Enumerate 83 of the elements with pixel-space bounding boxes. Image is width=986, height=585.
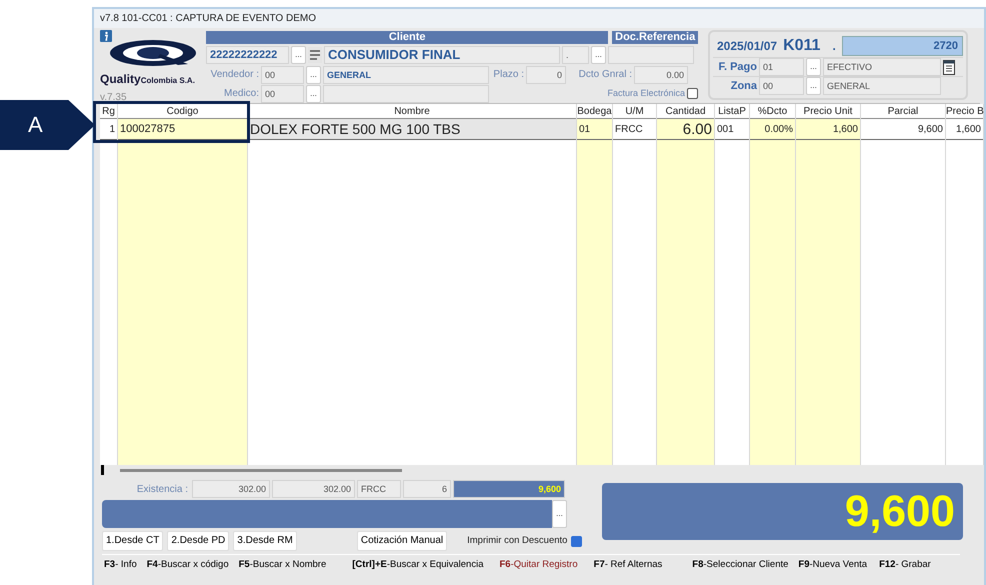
table-cell: 01 bbox=[577, 119, 612, 140]
checkbox[interactable] bbox=[571, 536, 582, 546]
shortcut-text: F4-Buscar x código bbox=[146, 558, 229, 572]
action-button[interactable]: 1.Desde CT bbox=[102, 531, 164, 551]
action-button[interactable]: Cotización Manual bbox=[356, 531, 448, 551]
ellipsis-button[interactable]: ... bbox=[306, 66, 321, 84]
text-field[interactable]: 01 bbox=[759, 58, 804, 76]
info-icon[interactable] bbox=[100, 30, 112, 42]
date-text: 2025/01/07 bbox=[717, 38, 778, 55]
checkbox-label: Factura Electrónica bbox=[607, 86, 685, 100]
shortcut-text: F8-Seleccionar Cliente bbox=[692, 558, 788, 572]
text-field[interactable]: 00 bbox=[261, 66, 304, 84]
document-number-field: 2720 bbox=[842, 36, 963, 56]
action-button[interactable]: 3.Desde RM bbox=[233, 531, 297, 551]
table-cell: DOLEX FORTE 500 MG 100 TBS bbox=[248, 119, 576, 140]
text-field[interactable]: EFECTIVO bbox=[823, 58, 941, 76]
window-title: v7.8 101-CC01 : CAPTURA DE EVENTO DEMO bbox=[94, 9, 984, 28]
document-icon bbox=[943, 60, 955, 74]
client-id-field[interactable]: 22222222222 bbox=[206, 46, 289, 64]
total-field[interactable]: 9,600 bbox=[453, 480, 565, 498]
shortcut-text: [Ctrl]+E-Buscar x Equivalencia bbox=[352, 558, 484, 572]
text-field[interactable]: 0 bbox=[526, 66, 566, 84]
text-field[interactable]: FRCC bbox=[357, 480, 401, 498]
text-field[interactable]: 302.00 bbox=[272, 480, 355, 498]
logo-icon bbox=[108, 38, 198, 68]
logo-text: QualityColombia S.A. bbox=[100, 71, 195, 88]
separator-text: . bbox=[832, 38, 836, 55]
ellipsis-button[interactable]: ... bbox=[291, 46, 306, 64]
field-label: Vendedor : bbox=[210, 68, 259, 82]
ellipsis-button[interactable]: ... bbox=[552, 500, 567, 528]
field-label: Medico: bbox=[222, 87, 259, 101]
column-header: Precio Unit bbox=[796, 104, 860, 119]
ellipsis-button[interactable]: ... bbox=[806, 77, 821, 95]
doc-reference-field[interactable] bbox=[608, 46, 694, 64]
field-label: Existencia : bbox=[136, 482, 188, 496]
column-header: Precio B bbox=[946, 104, 983, 119]
column-header: U/M bbox=[613, 104, 656, 119]
client-name-field[interactable]: CONSUMIDOR FINAL bbox=[324, 46, 560, 64]
field-label: Zona bbox=[730, 78, 757, 94]
scrollbar-thumb[interactable] bbox=[120, 468, 402, 472]
shortcut-text: F9-Nueva Venta bbox=[798, 558, 868, 572]
total-display: 9,600 bbox=[602, 483, 963, 540]
text-field[interactable]: 6 bbox=[403, 480, 451, 498]
table-cell: 1,600 bbox=[796, 119, 860, 140]
action-button[interactable]: 2.Desde PD bbox=[167, 531, 230, 551]
scroll-marker bbox=[101, 465, 104, 475]
ellipsis-button[interactable]: ... bbox=[806, 58, 821, 76]
shortcut-text: F7- Ref Alternas bbox=[594, 558, 662, 572]
column-header: Bodega bbox=[577, 104, 612, 119]
callout-marker: A bbox=[0, 100, 95, 150]
text-field[interactable]: GENERAL bbox=[823, 77, 941, 95]
shortcut-text: F12- Grabar bbox=[879, 558, 931, 572]
column-header: Nombre bbox=[248, 104, 576, 119]
checkbox-label: Imprimir con Descuento bbox=[467, 534, 568, 548]
text-field[interactable]: 00 bbox=[759, 77, 804, 95]
column-header: ListaP bbox=[715, 104, 749, 119]
text-field[interactable]: 00 bbox=[261, 84, 304, 102]
text-field[interactable]: 0.00 bbox=[634, 66, 688, 84]
checkbox[interactable] bbox=[687, 88, 698, 99]
shortcut-text: F6-Quitar Registro bbox=[499, 558, 578, 572]
text-field[interactable]: GENERAL bbox=[323, 66, 489, 84]
column-header: Cantidad bbox=[657, 104, 714, 119]
shortcut-text: F5-Buscar x Nombre bbox=[238, 558, 326, 572]
field-label: Dcto Gnral : bbox=[578, 68, 632, 82]
text-field[interactable]: . bbox=[562, 46, 589, 64]
text-field[interactable] bbox=[323, 84, 489, 102]
field-label: Plazo : bbox=[492, 68, 524, 82]
table-cell: 0.00% bbox=[750, 119, 795, 140]
field-label: F. Pago bbox=[717, 60, 757, 75]
ellipsis-button[interactable]: ... bbox=[306, 84, 321, 102]
notes-field[interactable] bbox=[102, 500, 552, 528]
column-header: Codigo bbox=[118, 104, 247, 119]
column-header: Rg bbox=[100, 104, 117, 119]
version-label: v.7.35 bbox=[100, 91, 126, 105]
column-header: %Dcto bbox=[750, 104, 795, 119]
table-cell: 6.00 bbox=[657, 119, 714, 140]
text-field[interactable]: 302.00 bbox=[192, 480, 270, 498]
column-header: Parcial bbox=[861, 104, 945, 119]
shortcut-text: F3- Info bbox=[104, 558, 137, 572]
ellipsis-button[interactable]: ... bbox=[591, 46, 606, 64]
section-header: Cliente bbox=[206, 30, 608, 44]
document-code: K011 bbox=[783, 36, 820, 56]
section-header: Doc.Referencia bbox=[612, 30, 698, 44]
